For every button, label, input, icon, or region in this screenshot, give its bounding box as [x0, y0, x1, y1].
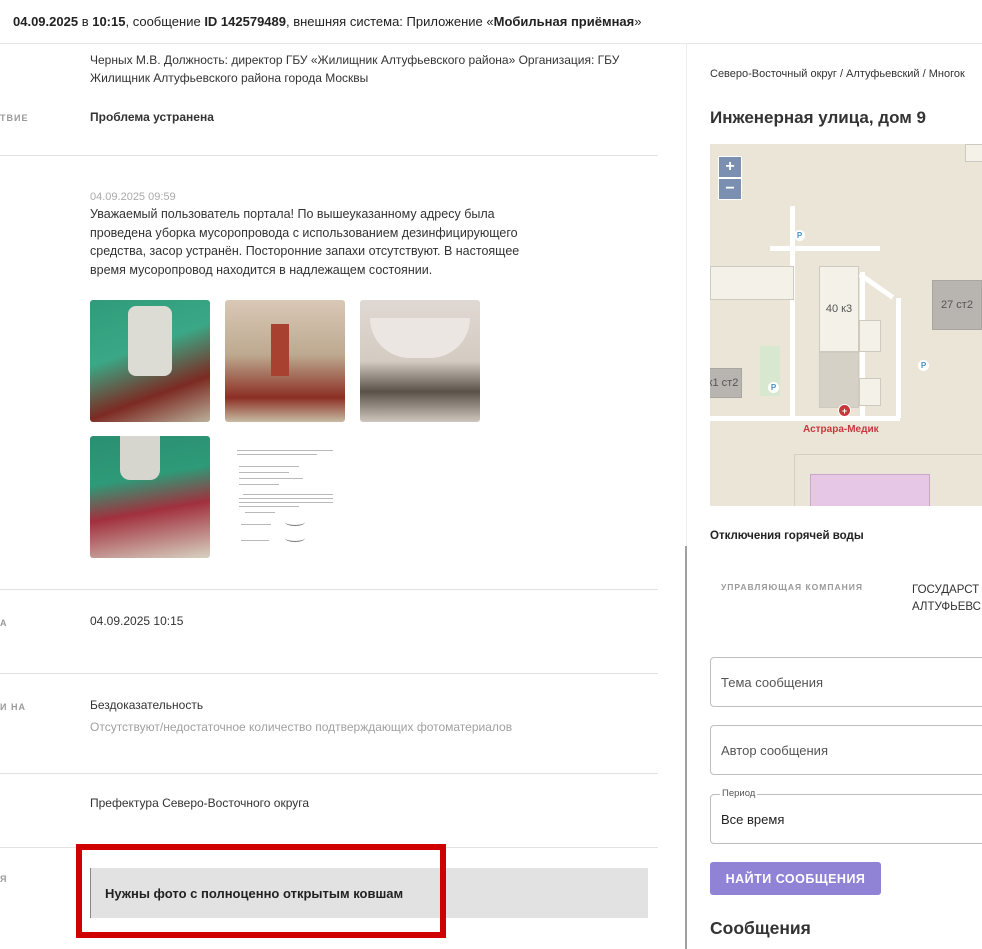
- in-word: в: [78, 14, 93, 29]
- management-company-line-1: ГОСУДАРСТ: [912, 584, 980, 596]
- attachment-photo[interactable]: [360, 300, 480, 422]
- complaint-value: Бездоказательность: [90, 698, 204, 712]
- system-suffix: »: [634, 14, 642, 29]
- reply-text: Уважаемый пользователь портала! По вышеу…: [90, 207, 520, 277]
- reply-timestamp: 04.09.2025 09:59: [90, 191, 176, 203]
- message-time: 10:15: [92, 14, 126, 29]
- management-company-line-2: АЛТУФЬЕВС: [912, 601, 981, 613]
- reply-row: 04.09.2025 09:59 Уважаемый пользователь …: [0, 156, 658, 590]
- complaint-subtext: Отсутствуют/недостаточное количество под…: [90, 720, 513, 734]
- find-messages-button[interactable]: НАЙТИ СООБЩЕНИЯ: [710, 862, 881, 895]
- system-prefix: , внешняя система: Приложение «: [286, 14, 494, 29]
- attachment-photo[interactable]: [225, 300, 345, 422]
- msg-prefix: , сообщение: [125, 14, 205, 29]
- author-field[interactable]: [710, 725, 982, 775]
- building-27st2[interactable]: 27 ст2: [932, 280, 982, 330]
- result-row: ТВИЕ Проблема устранена: [0, 44, 658, 156]
- period-select[interactable]: Период Все время: [710, 788, 982, 844]
- address-title: Инженерная улица, дом 9: [710, 108, 926, 127]
- complaint-label: И НА: [0, 702, 26, 712]
- message-header: 04.09.2025 в 10:15 , сообщение ID 142579…: [0, 0, 982, 44]
- topic-input[interactable]: [721, 674, 982, 690]
- date-value: 04.09.2025 10:15: [90, 614, 184, 628]
- building-k1st2[interactable]: к1 ст2: [710, 368, 742, 398]
- organization-value: Префектура Северо-Восточного округа: [90, 796, 310, 810]
- organization-row: Префектура Северо-Восточного округа: [0, 774, 658, 848]
- attachment-photo[interactable]: [90, 436, 210, 558]
- result-value: Проблема устранена: [90, 110, 214, 124]
- management-company-label: УПРАВЛЯЮЩАЯ КОМПАНИЯ: [721, 582, 863, 592]
- messages-title: Сообщения: [710, 918, 811, 938]
- zoom-in-button[interactable]: +: [718, 156, 742, 178]
- external-system-name: Мобильная приёмная: [493, 14, 635, 29]
- attachment-photo[interactable]: [90, 300, 210, 422]
- parking-icon: P: [768, 382, 779, 393]
- location-map[interactable]: 40 к3 27 ст2 к1 ст2 P P P + Астрара-Меди…: [710, 144, 982, 506]
- building-40k3[interactable]: 40 к3: [819, 266, 859, 352]
- breadcrumb[interactable]: Северо-Восточный округ / Алтуфьевский / …: [710, 68, 965, 80]
- period-legend: Период: [720, 788, 758, 799]
- attachment-document[interactable]: [225, 436, 345, 558]
- building-k1st2-label: к1 ст2: [710, 377, 739, 389]
- building-27st2-label: 27 ст2: [941, 299, 973, 311]
- building-40k3-label: 40 к3: [825, 303, 853, 315]
- zoom-out-button[interactable]: −: [718, 178, 742, 200]
- management-company-value: ГОСУДАРСТ АЛТУФЬЕВС: [912, 582, 981, 616]
- author-input[interactable]: [721, 742, 982, 758]
- parking-icon: P: [794, 230, 805, 241]
- comment-label: Я: [0, 874, 8, 884]
- comment-box: Нужны фото с полноценно открытым ковшам: [90, 868, 648, 918]
- topic-field[interactable]: [710, 657, 982, 707]
- complaint-row: И НА Бездоказательность Отсутствуют/недо…: [0, 674, 658, 774]
- result-label: ТВИЕ: [0, 113, 29, 123]
- comment-text: Нужны фото с полноценно открытым ковшам: [105, 885, 404, 901]
- medical-poi-icon[interactable]: +: [838, 404, 851, 417]
- date-label: А: [0, 618, 8, 628]
- date-row: А 04.09.2025 10:15: [0, 590, 658, 674]
- message-details: Черных М.В. Должность: директор ГБУ «Жил…: [0, 44, 660, 949]
- poi-label: Астрара-Медик: [803, 424, 879, 435]
- right-panel: Северо-Восточный округ / Алтуфьевский / …: [710, 44, 982, 949]
- message-id: ID 142579489: [204, 14, 286, 29]
- hot-water-outages-title: Отключения горячей воды: [710, 530, 864, 542]
- period-value: Все время: [721, 811, 785, 827]
- parking-icon: P: [918, 360, 929, 371]
- scrollbar-thumb[interactable]: [685, 546, 687, 949]
- message-date: 04.09.2025: [13, 14, 79, 29]
